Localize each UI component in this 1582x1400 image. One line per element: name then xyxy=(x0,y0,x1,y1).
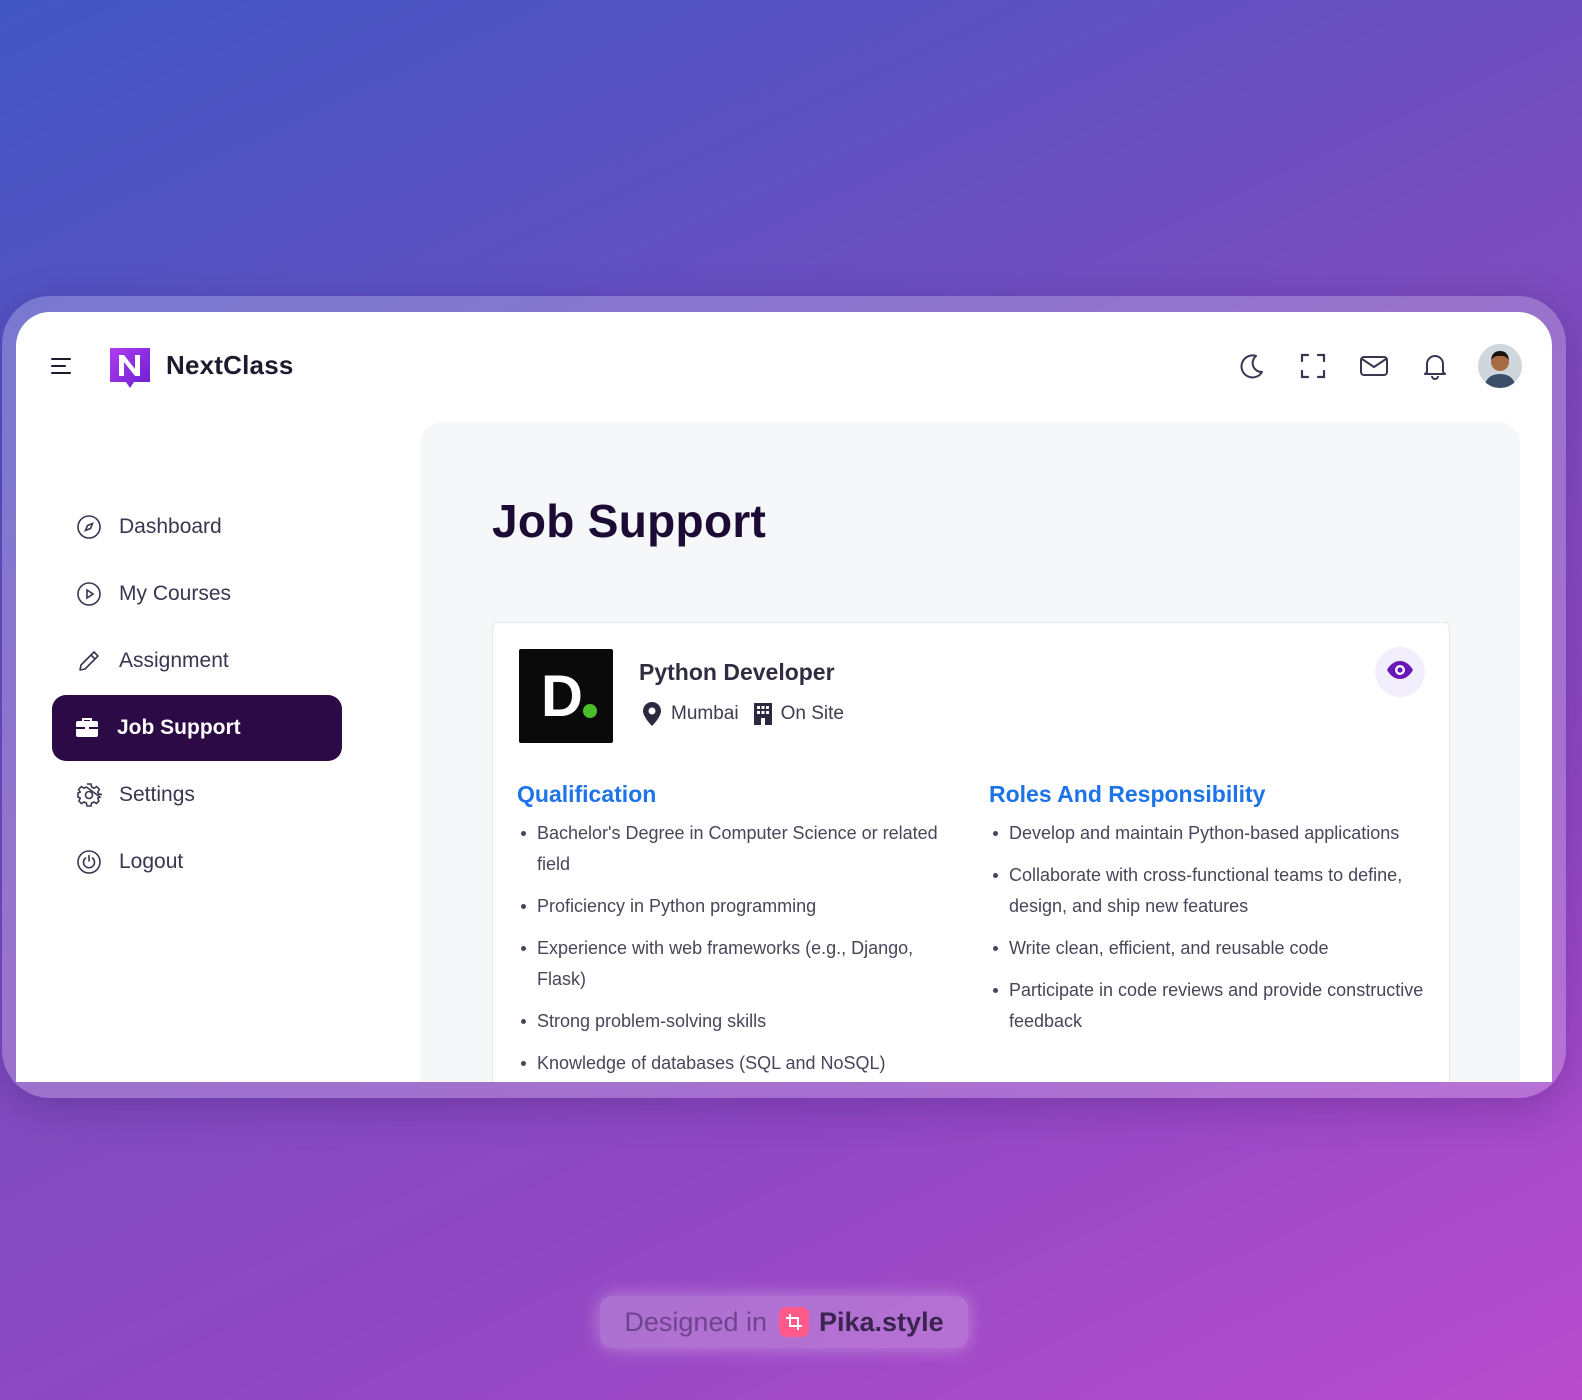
sidebar-item-my-courses[interactable]: My Courses xyxy=(52,561,342,627)
list-item: Knowledge of databases (SQL and NoSQL) xyxy=(521,1048,957,1079)
company-logo-letter: D xyxy=(541,664,583,729)
watermark-brand: Pika.style xyxy=(819,1306,944,1337)
eye-icon xyxy=(1386,660,1414,685)
brand-name: NextClass xyxy=(166,350,294,380)
fullscreen-icon[interactable] xyxy=(1295,349,1330,384)
list-item: Experience with web frameworks (e.g., Dj… xyxy=(521,933,957,995)
job-card: D Python Developer Mumbai On Site Qualif… xyxy=(492,622,1450,1082)
sidebar-nav: Dashboard My Courses Assignment Job Supp… xyxy=(52,494,342,896)
sidebar-item-label: Settings xyxy=(119,783,195,806)
sidebar-item-assignment[interactable]: Assignment xyxy=(52,628,342,694)
roles-list: Develop and maintain Python-based applic… xyxy=(989,818,1429,1037)
list-item: Strong problem-solving skills xyxy=(521,1006,957,1037)
qualification-list: Bachelor's Degree in Computer Science or… xyxy=(517,818,957,1079)
compass-icon xyxy=(76,514,102,540)
bell-icon[interactable] xyxy=(1417,349,1452,384)
list-item: Collaborate with cross-functional teams … xyxy=(993,860,1429,922)
gear-icon xyxy=(76,782,102,808)
briefcase-icon xyxy=(74,715,100,741)
page-title: Job Support xyxy=(492,495,767,547)
topbar-actions xyxy=(1234,344,1522,388)
pencil-icon xyxy=(76,648,102,674)
sidebar-item-label: My Courses xyxy=(119,582,232,605)
qualification-section: Qualification Bachelor's Degree in Compu… xyxy=(517,781,957,1082)
roles-heading: Roles And Responsibility xyxy=(989,781,1266,807)
roles-section: Roles And Responsibility Develop and mai… xyxy=(989,781,1429,1048)
power-icon xyxy=(76,849,102,875)
app-window: NextClass Dashboard My Courses Assignmen… xyxy=(16,312,1552,1082)
hamburger-menu-icon[interactable] xyxy=(50,356,72,376)
list-item: Participate in code reviews and provide … xyxy=(993,975,1429,1037)
job-title: Python Developer xyxy=(639,659,835,685)
job-work-type: On Site xyxy=(780,703,844,724)
sidebar-item-settings[interactable]: Settings xyxy=(52,762,342,828)
sidebar-item-label: Dashboard xyxy=(119,515,222,538)
moon-icon[interactable] xyxy=(1234,349,1269,384)
list-item: Bachelor's Degree in Computer Science or… xyxy=(521,818,957,880)
list-item: Proficiency in Python programming xyxy=(521,891,957,922)
watermark-prefix: Designed in xyxy=(624,1306,767,1337)
view-job-button[interactable] xyxy=(1375,647,1425,697)
main-content: Job Support D Python Developer Mumbai On… xyxy=(420,422,1520,1082)
sidebar-item-label: Job Support xyxy=(117,716,241,739)
company-logo: D xyxy=(519,649,613,743)
list-item: Write clean, efficient, and reusable cod… xyxy=(993,933,1429,964)
sidebar-item-job-support[interactable]: Job Support xyxy=(52,695,342,761)
sidebar-item-label: Logout xyxy=(119,850,184,873)
job-location: Mumbai xyxy=(671,703,739,724)
sidebar-item-label: Assignment xyxy=(119,649,229,672)
pika-watermark[interactable]: Designed in Pika.style xyxy=(600,1296,968,1348)
list-item: Develop and maintain Python-based applic… xyxy=(993,818,1429,849)
sidebar-item-logout[interactable]: Logout xyxy=(52,829,342,895)
mail-icon[interactable] xyxy=(1356,349,1391,384)
user-avatar[interactable] xyxy=(1478,344,1522,388)
company-logo-dot xyxy=(583,704,597,718)
play-circle-icon xyxy=(76,581,102,607)
qualification-heading: Qualification xyxy=(517,781,657,807)
pika-logo-icon xyxy=(779,1307,809,1337)
nextclass-logo[interactable] xyxy=(108,346,152,390)
location-pin-icon xyxy=(641,701,663,727)
building-icon xyxy=(753,702,773,726)
sidebar-item-dashboard[interactable]: Dashboard xyxy=(52,494,342,560)
job-meta: Mumbai On Site xyxy=(641,701,844,727)
